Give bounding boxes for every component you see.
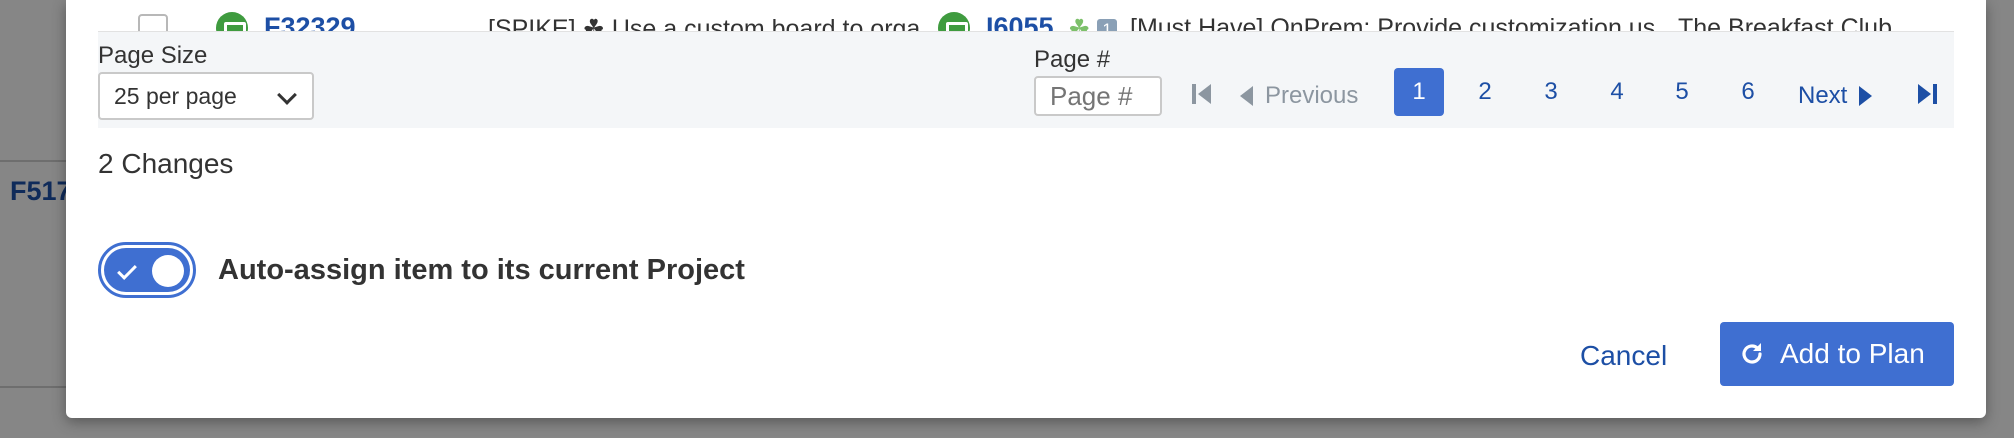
table-row: F32329 [SPIKE] ☘ Use a custom board to o… (98, 0, 1954, 32)
chevron-down-icon (277, 85, 297, 105)
last-page-icon[interactable] (1918, 80, 1940, 108)
parent-title-prefix: ☘ 1 (1068, 14, 1117, 32)
add-to-plan-label: Add to Plan (1780, 338, 1925, 369)
auto-assign-toggle[interactable] (98, 242, 196, 298)
page-button-4[interactable]: 4 (1592, 68, 1642, 116)
add-to-plan-button[interactable]: Add to Plan (1720, 322, 1954, 386)
row-checkbox[interactable] (138, 14, 168, 31)
chevron-right-icon (1859, 86, 1873, 106)
cancel-button[interactable]: Cancel (1580, 336, 1667, 376)
page-number-input[interactable] (1034, 76, 1162, 116)
page-size-value: 25 per page (114, 83, 237, 109)
auto-assign-label: Auto-assign item to its current Project (218, 254, 745, 286)
page-button-5[interactable]: 5 (1657, 68, 1707, 116)
refresh-icon (1742, 343, 1762, 364)
page-button-3[interactable]: 3 (1526, 68, 1576, 116)
feature-icon (938, 12, 970, 31)
page-button-1[interactable]: 1 (1394, 68, 1444, 116)
toggle-knob (152, 255, 184, 287)
team-name: The Breakfast Club (1678, 14, 1892, 32)
first-page-icon[interactable] (1192, 80, 1214, 108)
parent-id-link[interactable]: I6055 (986, 12, 1054, 31)
next-label: Next (1798, 82, 1848, 109)
next-button[interactable]: Next (1798, 78, 1873, 114)
pagination-bar: Page Size 25 per page Page # Previous 1 … (98, 32, 1954, 128)
parent-title: [Must Have] OnPrem: Provide customizatio… (1130, 14, 1656, 32)
page-size-select[interactable]: 25 per page (98, 72, 314, 120)
previous-button[interactable]: Previous (1240, 78, 1358, 114)
chevron-left-icon (1240, 86, 1253, 106)
feature-icon (216, 12, 248, 31)
item-title: [SPIKE] ☘ Use a custom board to orga (488, 15, 921, 32)
page-size-label: Page Size (98, 42, 208, 69)
clover-icon: ☘ (1068, 15, 1091, 32)
item-id-link[interactable]: F32329 (264, 12, 356, 31)
previous-label: Previous (1265, 82, 1359, 109)
page-button-2[interactable]: 2 (1460, 68, 1510, 116)
page-number-label: Page # (1034, 46, 1111, 73)
page-button-6[interactable]: 6 (1723, 68, 1773, 116)
changes-count: 2 Changes (98, 148, 234, 179)
check-icon (117, 260, 137, 280)
add-to-plan-dialog: F32329 [SPIKE] ☘ Use a custom board to o… (66, 0, 1986, 418)
parent-badge: 1 (1097, 19, 1117, 31)
